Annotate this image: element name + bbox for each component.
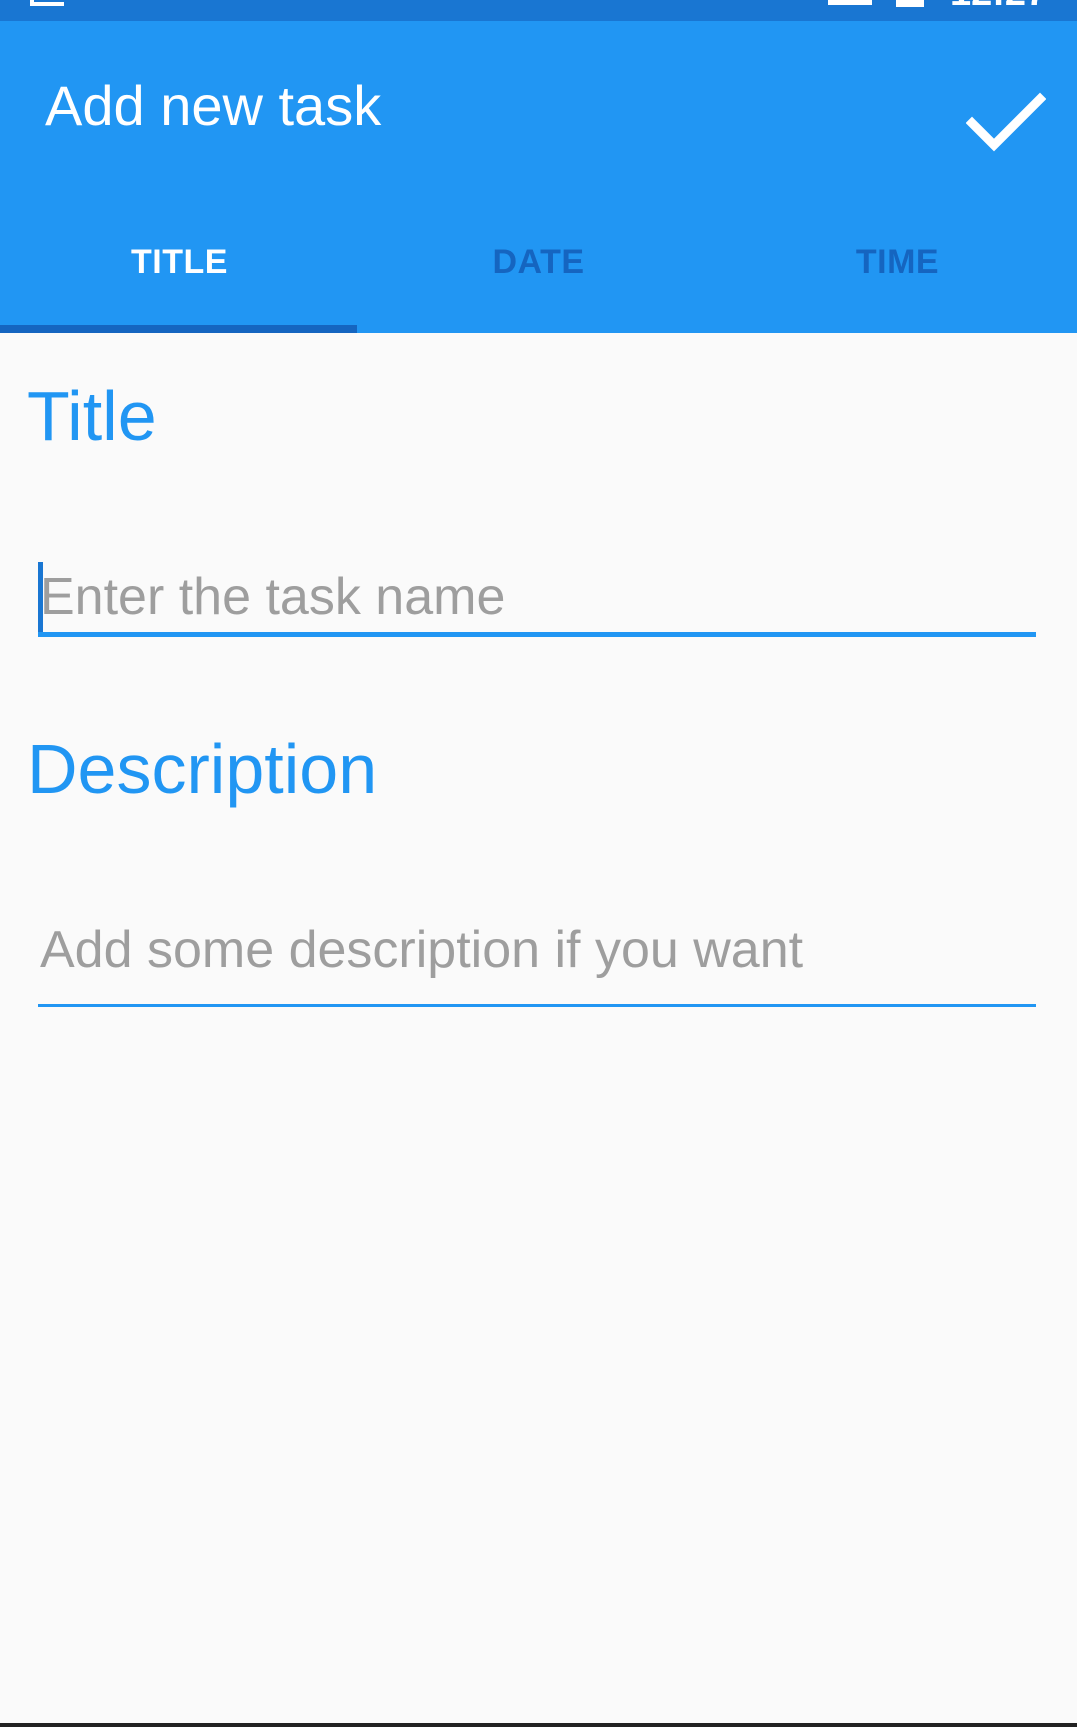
bottom-divider [0, 1723, 1077, 1727]
tab-title[interactable]: TITLE [0, 217, 359, 333]
notification-icon [30, 0, 64, 6]
battery-icon [896, 0, 924, 7]
title-field-container [38, 550, 1036, 637]
app-bar: Add new task TITLE DATE TIME [0, 21, 1077, 333]
task-name-input[interactable] [38, 562, 1036, 632]
tab-indicator [0, 325, 357, 333]
page-title: Add new task [45, 74, 382, 137]
description-label: Description [27, 730, 378, 808]
signal-icon [828, 0, 872, 5]
tab-time[interactable]: TIME [718, 217, 1077, 333]
tab-bar: TITLE DATE TIME [0, 217, 1077, 333]
title-underline [38, 632, 1036, 637]
title-label: Title [27, 377, 157, 455]
description-input[interactable] [38, 915, 1036, 985]
description-field-container [38, 915, 1036, 1007]
text-cursor [38, 562, 43, 632]
description-underline [38, 1004, 1036, 1007]
tab-date[interactable]: DATE [359, 217, 718, 333]
status-bar: 12:27 [0, 0, 1077, 21]
status-time: 12:27 [950, 0, 1060, 8]
check-icon [966, 92, 1046, 152]
save-button[interactable] [956, 73, 1056, 173]
